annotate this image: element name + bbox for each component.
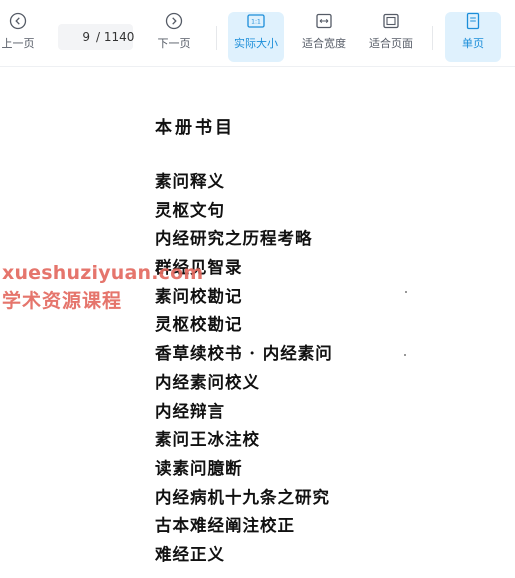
fit-page-button[interactable]: 适合页面 — [363, 12, 419, 62]
page-total: / 1140 — [96, 30, 135, 44]
toolbar-divider-2 — [432, 26, 433, 50]
page-number-input[interactable] — [58, 30, 90, 44]
actual-size-icon-text: 1:1 — [251, 19, 261, 26]
fit-page-icon — [383, 13, 399, 29]
document-title: 本册书目 — [155, 118, 235, 138]
prev-page-label: 上一页 — [1, 37, 35, 50]
document-page: 本册书目 素问释义 灵枢文句 内经研究之历程考略 群经见智录 素问校勘记 灵枢校勘记 香草续… — [0, 67, 515, 578]
next-page-label: 下一页 — [157, 37, 191, 50]
chevron-right-circle-icon — [165, 12, 183, 30]
toc-item: 内经研究之历程考略 — [155, 229, 313, 249]
toc-item: 难经正义 — [155, 544, 225, 564]
single-page-icon — [466, 12, 480, 30]
fit-width-icon — [316, 13, 332, 29]
watermark-text: 学术资源课程 — [2, 290, 123, 312]
toolbar-divider — [216, 26, 217, 50]
table-of-contents: 素问释义 灵枢文句 内经研究之历程考略 群经见智录 素问校勘记 灵枢校勘记 香草续校书 · … — [155, 168, 333, 570]
toc-item: 内经辩言 — [155, 401, 225, 421]
toc-item: 读素问臆断 — [155, 458, 243, 478]
toc-item: 古本难经阐注校正 — [155, 516, 295, 536]
toc-item: 素问释义 — [155, 172, 225, 191]
fit-width-button[interactable]: 适合宽度 — [296, 12, 352, 62]
prev-page-button[interactable]: 上一页 — [0, 12, 40, 62]
toolbar: 上一页 / 1140 下一页 1:1 实际大小 适合宽度 — [0, 0, 515, 67]
toc-item: 灵枢校勘记 — [155, 315, 243, 335]
toc-item: 灵枢文句 — [155, 200, 225, 220]
toc-item: 素问王冰注校 — [155, 430, 260, 450]
toc-item: 内经素问校义 — [155, 372, 260, 392]
scan-speck — [405, 291, 407, 293]
actual-size-label: 实际大小 — [234, 37, 278, 50]
scan-speck — [404, 354, 406, 356]
toc-item: 香草续校书 · 内经素问 — [155, 344, 333, 364]
watermark: xueshuziyuan.com 学术资源课程 — [2, 259, 203, 315]
page-number-box: / 1140 — [58, 24, 135, 50]
fit-width-label: 适合宽度 — [302, 37, 346, 50]
watermark-url: xueshuziyuan.com — [2, 262, 204, 284]
single-page-button[interactable]: 单页 — [445, 12, 501, 62]
next-page-button[interactable]: 下一页 — [152, 12, 196, 62]
fit-page-label: 适合页面 — [369, 37, 413, 50]
single-page-label: 单页 — [462, 37, 484, 50]
toc-item: 内经病机十九条之研究 — [155, 487, 330, 507]
actual-size-button[interactable]: 1:1 实际大小 — [228, 12, 284, 62]
actual-size-icon: 1:1 — [247, 14, 265, 28]
chevron-left-circle-icon — [9, 12, 27, 30]
